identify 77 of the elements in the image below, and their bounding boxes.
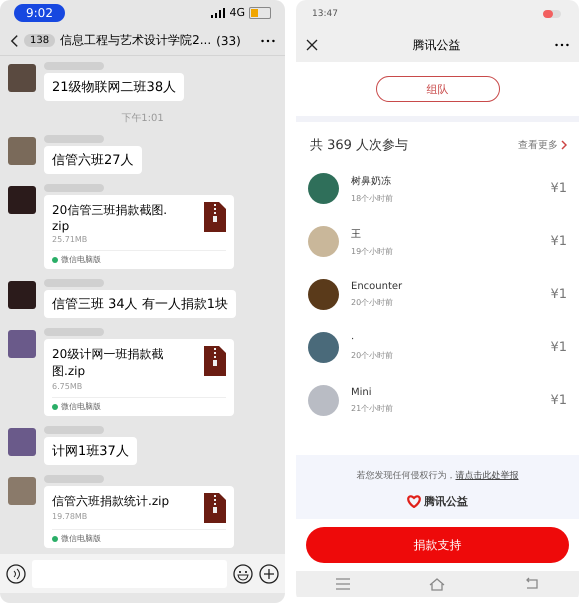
- team-button[interactable]: 组队: [376, 76, 500, 102]
- avatar-photo: [308, 173, 339, 204]
- donor-name: Mini: [351, 387, 373, 398]
- wechat-icon: [52, 536, 58, 542]
- view-more-link[interactable]: 查看更多: [518, 138, 567, 152]
- member-count: (33): [216, 34, 241, 48]
- file-card[interactable]: 20级计网一班捐款截图.zip 6.75MB 微信电脑版: [44, 339, 234, 416]
- more-icon[interactable]: [261, 38, 275, 43]
- message-bubble: 信管六班27人: [44, 146, 142, 174]
- donation-time: 19个小时前: [351, 246, 394, 256]
- avatar-photo: [8, 186, 36, 214]
- donation-amount: ¥1: [550, 181, 567, 196]
- file-name: 信管六班捐款统计.zip: [52, 493, 170, 510]
- network-label: 4G: [229, 6, 245, 20]
- donation-time: 20个小时前: [351, 350, 394, 361]
- timestamp: 下午1:01: [121, 112, 164, 126]
- file-source: 微信电脑版: [61, 401, 101, 412]
- status-time: 9:02: [14, 4, 65, 22]
- report-link[interactable]: 请点击此处举报: [456, 471, 518, 481]
- avatar-photo: [308, 226, 339, 257]
- logo-text: 腾讯公益: [424, 494, 468, 509]
- file-size: 6.75MB: [52, 382, 84, 392]
- avatar-photo: [8, 330, 36, 358]
- avatar-photo: [8, 64, 36, 92]
- message-bubble: 信管三班 34人 有一人捐款1块: [44, 290, 236, 318]
- file-name: 20级计网一班捐款截图.zip: [52, 346, 164, 380]
- home-icon[interactable]: [429, 577, 446, 591]
- participant-count: 共 369 人次参与: [310, 137, 408, 154]
- file-source: 微信电脑版: [61, 533, 101, 544]
- avatar-photo: [8, 428, 36, 456]
- plus-icon[interactable]: [259, 564, 279, 584]
- donor-name: ·: [351, 334, 356, 345]
- file-size: 25.71MB: [52, 235, 88, 244]
- report-notice: 若您发现任何侵权行为，请点击此处举报: [356, 470, 518, 482]
- message-bubble: 21级物联网二班38人: [44, 73, 184, 102]
- donor-name: Encounter: [351, 281, 404, 292]
- avatar-photo: [308, 279, 339, 310]
- chat-title: 信息工程与艺术设计学院2...: [60, 32, 212, 50]
- file-size: 19.78MB: [52, 512, 88, 522]
- emoji-icon[interactable]: [233, 564, 253, 584]
- avatar-photo: [8, 281, 36, 310]
- battery-icon: [543, 9, 563, 19]
- close-icon[interactable]: [306, 39, 318, 51]
- donor-name: 树鼻奶冻: [351, 174, 392, 188]
- heart-logo-icon: [407, 495, 421, 508]
- chevron-icon: [561, 140, 567, 150]
- message-bubble: 计网1班37人: [44, 437, 137, 466]
- donation-amount: ¥1: [550, 393, 567, 408]
- signal-icon: [211, 8, 226, 18]
- file-name: 20信管三班捐款截图.zip: [52, 202, 168, 234]
- donation-time: 20个小时前: [351, 297, 394, 308]
- battery-icon: [249, 6, 271, 19]
- wechat-icon: [52, 256, 58, 263]
- zip-file-icon: [204, 493, 226, 524]
- page-title: 腾讯公益: [412, 36, 462, 54]
- donation-amount: ¥1: [550, 340, 567, 355]
- file-card[interactable]: 20信管三班捐款截图.zip 25.71MB 微信电脑版: [44, 195, 234, 270]
- zip-file-icon: [204, 202, 226, 232]
- zip-file-icon: [204, 346, 226, 376]
- file-source: 微信电脑版: [61, 254, 101, 266]
- more-icon[interactable]: [555, 43, 569, 47]
- unread-count: 138: [24, 34, 56, 48]
- donation-time: 18个小时前: [351, 192, 394, 204]
- voice-icon[interactable]: [6, 564, 26, 584]
- donor-name: 王: [351, 228, 362, 240]
- avatar-photo: [308, 332, 339, 363]
- donation-amount: ¥1: [550, 287, 567, 302]
- donation-time: 21个小时前: [351, 403, 394, 414]
- avatar-photo: [308, 385, 339, 416]
- status-time: 13:47: [312, 9, 338, 19]
- file-card[interactable]: 信管六班捐款统计.zip 19.78MB 微信电脑版: [44, 486, 234, 548]
- avatar-photo: [8, 477, 36, 506]
- avatar-photo: [8, 137, 36, 166]
- donate-button[interactable]: 捐款支持: [306, 527, 569, 563]
- wechat-icon: [52, 404, 58, 410]
- menu-icon[interactable]: [335, 577, 352, 591]
- donation-amount: ¥1: [550, 234, 567, 249]
